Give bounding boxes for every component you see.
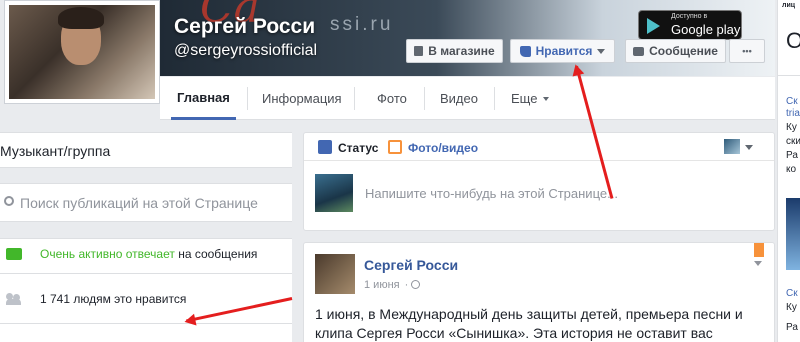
- message-icon: [633, 46, 645, 56]
- tab-main[interactable]: Главная: [171, 77, 236, 120]
- profile-picture[interactable]: [4, 0, 160, 104]
- people-icon: [6, 293, 22, 305]
- post-author[interactable]: Сергей Росси: [364, 257, 458, 273]
- bookmark-icon: [754, 243, 764, 257]
- cover-domain-text: ssi.ru: [330, 14, 394, 35]
- page-tab-bar: Главная Информация Фото Видео Еще: [160, 77, 775, 120]
- shopping-bag-icon: [414, 46, 424, 56]
- response-rate: Очень активно отвечает на сообщения: [40, 247, 257, 261]
- post-card: Сергей Росси 1 июня · 1 июня, в Междунар…: [303, 242, 775, 342]
- pencil-icon: [318, 140, 332, 154]
- search-icon: [4, 196, 14, 206]
- google-play-line1: Доступно в: [671, 13, 708, 20]
- tab-more-label: Еще: [511, 91, 538, 106]
- globe-icon: [411, 280, 421, 289]
- message-button[interactable]: Сообщение: [625, 39, 726, 63]
- page-title[interactable]: Сергей Росси: [174, 15, 315, 39]
- chevron-down-icon[interactable]: [754, 261, 762, 266]
- likes-count[interactable]: 1 741 людям это нравится: [40, 292, 186, 306]
- thumbs-up-icon: [519, 45, 531, 57]
- about-panel: Очень активно отвечает на сообщения 1 74…: [0, 238, 292, 342]
- right-column-image: [786, 198, 800, 270]
- composer-avatar: [315, 174, 353, 212]
- right-column: лиц O Ск tria Ку ски Ра ко Ск Ку Ра: [777, 0, 800, 342]
- composer: Статус Фото/видео Напишите что-нибудь на…: [303, 132, 775, 231]
- more-button[interactable]: •••: [729, 39, 765, 63]
- post-author-avatar[interactable]: [315, 254, 355, 294]
- post-text: 1 июня, в Международный день защиты дете…: [315, 306, 743, 341]
- message-response-icon: [6, 248, 22, 260]
- tab-videos[interactable]: Видео: [434, 77, 484, 120]
- shop-button[interactable]: В магазине: [406, 39, 503, 63]
- composer-tab-status[interactable]: Статус: [338, 141, 378, 155]
- like-button-label: Нравится: [535, 44, 593, 58]
- google-play-badge[interactable]: Доступно в Google play: [638, 10, 742, 40]
- page-search-input[interactable]: Поиск публикаций на этой Странице: [20, 195, 258, 211]
- chevron-down-icon: [597, 48, 606, 54]
- chevron-down-icon: [543, 96, 550, 101]
- category-row: Музыкант/группа: [0, 132, 292, 168]
- google-play-icon: [647, 18, 660, 34]
- tab-info[interactable]: Информация: [256, 77, 348, 120]
- response-rate-highlight: Очень активно отвечает: [40, 247, 175, 261]
- like-button[interactable]: Нравится: [510, 39, 615, 63]
- response-rate-rest: на сообщения: [174, 247, 258, 261]
- google-play-line2: Google play: [671, 22, 741, 37]
- photo-icon: [388, 140, 402, 154]
- message-button-label: Сообщение: [649, 44, 718, 58]
- post-date-label: 1 июня: [364, 279, 400, 291]
- tab-photos[interactable]: Фото: [371, 77, 413, 120]
- more-dots-icon: •••: [742, 46, 752, 56]
- tab-more[interactable]: Еще: [505, 77, 555, 120]
- page-category: Музыкант/группа: [0, 143, 111, 159]
- composer-tab-photo[interactable]: Фото/видео: [408, 141, 478, 155]
- shop-button-label: В магазине: [428, 44, 495, 58]
- composer-input[interactable]: Напишите что-нибудь на этой Странице...: [365, 186, 618, 201]
- globe-icon: ·: [404, 279, 409, 291]
- chevron-down-icon[interactable]: [745, 145, 753, 150]
- post-date[interactable]: 1 июня ·: [364, 279, 421, 291]
- post-as-avatar[interactable]: [724, 139, 740, 154]
- page-search[interactable]: Поиск публикаций на этой Странице: [0, 183, 292, 222]
- page-username: @sergeyrossiofficial: [174, 42, 318, 59]
